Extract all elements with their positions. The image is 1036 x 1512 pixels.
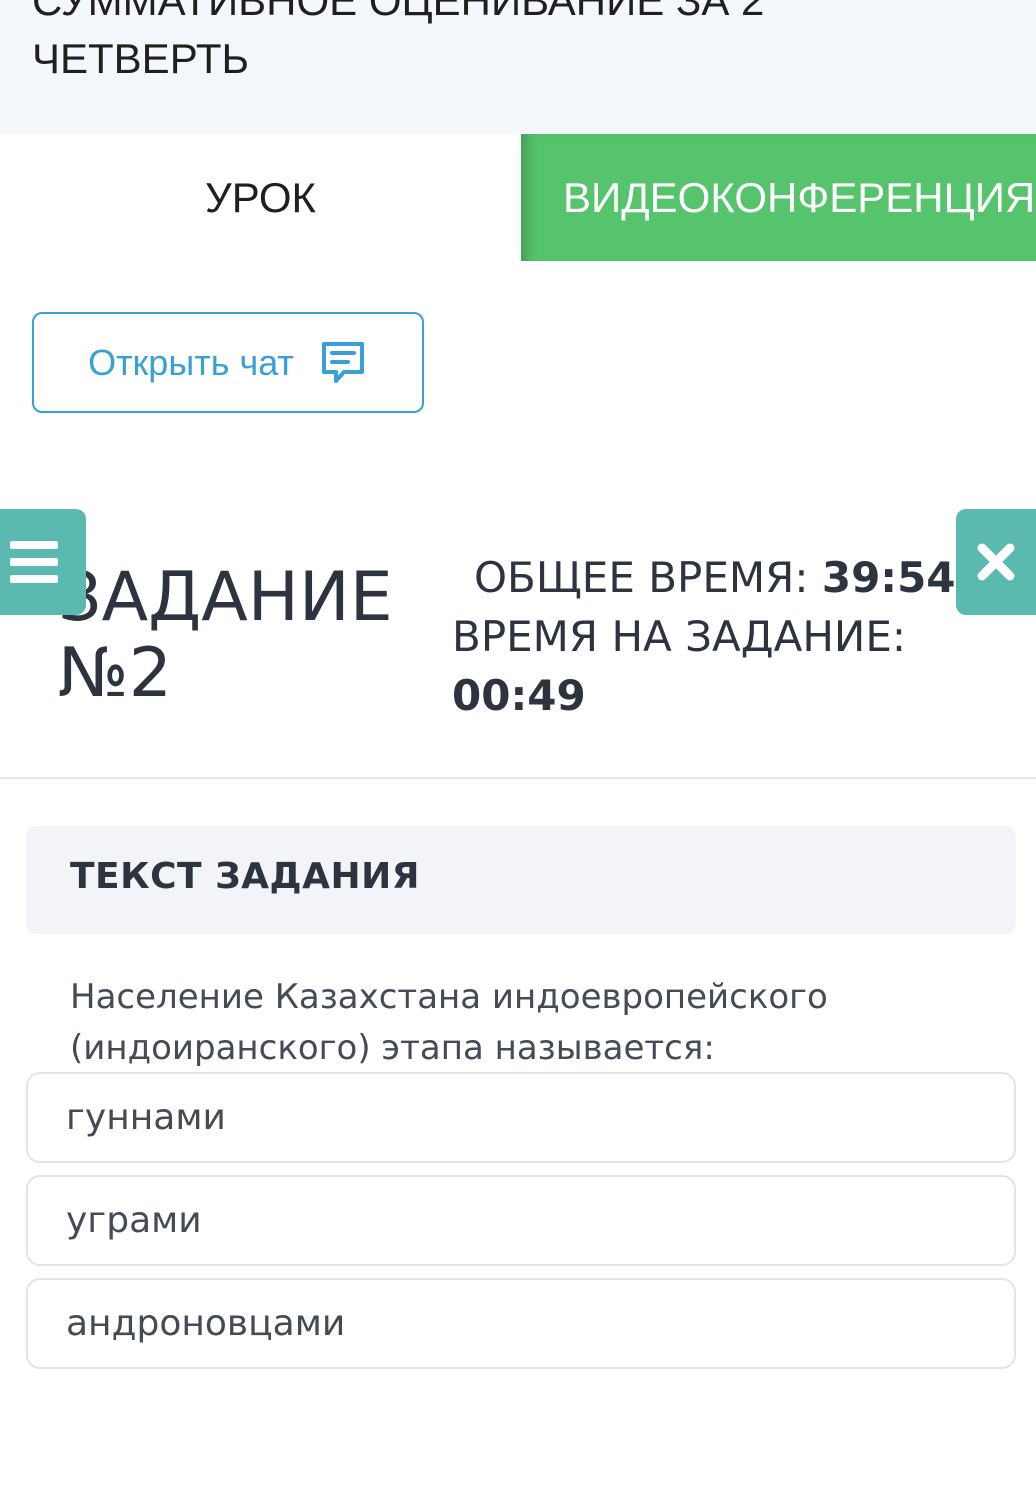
divider xyxy=(0,777,1036,779)
task-text-section-header: ТЕКСТ ЗАДАНИЯ xyxy=(26,826,1016,934)
answer-option-label: уграми xyxy=(66,1200,202,1241)
tab-lesson-label: УРОК xyxy=(205,173,316,221)
page-title-line1: СУММАТИВНОЕ ОЦЕНИВАНИЕ ЗА 2 xyxy=(32,0,765,24)
answer-option-1[interactable]: гуннами xyxy=(26,1072,1016,1163)
answer-option-label: андроновцами xyxy=(66,1303,346,1344)
open-chat-label: Открыть чат xyxy=(88,341,294,383)
answer-option-2[interactable]: уграми xyxy=(26,1175,1016,1266)
answer-option-label: гуннами xyxy=(66,1097,226,1138)
tab-lesson[interactable]: УРОК xyxy=(0,134,521,261)
task-title-line2: №2 xyxy=(58,634,172,713)
task-time-value: 00:49 xyxy=(452,671,586,720)
total-time-value: 39:54 xyxy=(821,553,956,602)
question-line2: (индоиранского) этапа называется: xyxy=(70,1028,715,1068)
tab-bar: УРОК ВИДЕОКОНФЕРЕНЦИЯ xyxy=(0,134,1036,261)
chat-bubble-icon xyxy=(321,341,364,383)
task-title: ЗАДАНИЕ №2 xyxy=(58,560,418,712)
menu-toggle-button[interactable] xyxy=(0,509,86,615)
open-chat-button[interactable]: Открыть чат xyxy=(32,312,424,413)
page-header: СУММАТИВНОЕ ОЦЕНИВАНИЕ ЗА 2 ЧЕТВЕРТЬ xyxy=(0,0,1036,134)
close-button[interactable] xyxy=(956,509,1036,615)
page-title-line2: ЧЕТВЕРТЬ xyxy=(32,35,250,82)
question-text: Население Казахстана индоевропейского (и… xyxy=(70,972,970,1074)
close-icon xyxy=(977,543,1015,581)
tab-videoconference-label: ВИДЕОКОНФЕРЕНЦИЯ xyxy=(563,173,1036,221)
task-time-label: ВРЕМЯ НА ЗАДАНИЕ: xyxy=(452,612,907,661)
menu-icon-bar xyxy=(10,575,58,583)
task-text-heading: ТЕКСТ ЗАДАНИЯ xyxy=(70,856,420,897)
total-time-label: ОБЩЕЕ ВРЕМЯ: xyxy=(474,553,809,602)
answer-option-3[interactable]: андроновцами xyxy=(26,1278,1016,1369)
menu-icon-bar xyxy=(10,541,58,549)
tab-videoconference[interactable]: ВИДЕОКОНФЕРЕНЦИЯ xyxy=(521,134,1036,261)
task-title-line1: ЗАДАНИЕ xyxy=(58,558,393,637)
total-time: ОБЩЕЕ ВРЕМЯ: 39:54 xyxy=(452,548,956,607)
question-line1: Население Казахстана индоевропейского xyxy=(70,977,828,1017)
menu-icon-bar xyxy=(10,558,58,566)
timers: ОБЩЕЕ ВРЕМЯ: 39:54 ВРЕМЯ НА ЗАДАНИЕ: 00:… xyxy=(452,548,956,725)
page-title: СУММАТИВНОЕ ОЦЕНИВАНИЕ ЗА 2 ЧЕТВЕРТЬ xyxy=(32,0,932,88)
